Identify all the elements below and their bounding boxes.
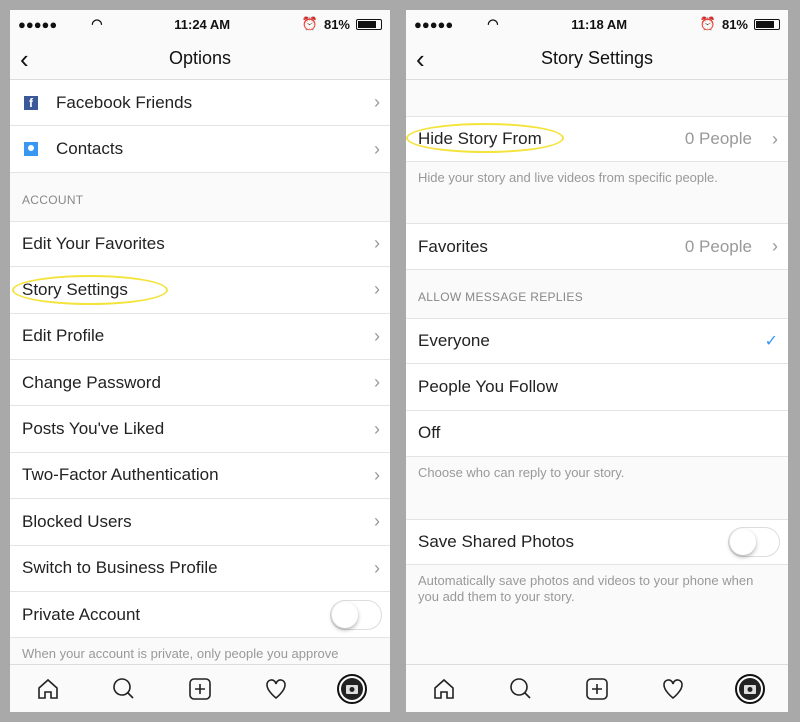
chevron-right-icon: › — [772, 236, 778, 257]
home-icon[interactable] — [429, 674, 459, 704]
item-label: Favorites — [418, 236, 488, 256]
item-label: Private Account — [22, 604, 141, 624]
settings-item[interactable]: Two-Factor Authentication › — [10, 452, 390, 500]
page-title: Options — [168, 48, 232, 68]
item-label: People You Follow — [418, 376, 558, 396]
clock: 11:18 AM — [571, 16, 628, 32]
page-title: Story Settings — [540, 48, 654, 68]
add-post-icon[interactable] — [185, 674, 215, 704]
checkmark-icon: ✓ — [764, 332, 778, 350]
item-label: Everyone — [418, 330, 490, 350]
heart-icon[interactable] — [658, 674, 688, 704]
tab-bar — [10, 664, 390, 712]
wifi-icon: ◠ — [487, 16, 499, 31]
private-account-item: Private Account — [10, 591, 390, 639]
section-header: ALLOW MESSAGE REPLIES — [418, 289, 584, 304]
battery-percent: 81% — [323, 16, 350, 32]
chevron-right-icon: › — [374, 138, 380, 159]
item-label: Posts You've Liked — [22, 419, 165, 439]
chevron-right-icon: › — [374, 372, 380, 393]
save-description: Automatically save photos and videos to … — [418, 573, 754, 605]
battery-percent: 81% — [721, 16, 748, 32]
item-label: Edit Profile — [22, 326, 105, 346]
back-button[interactable]: ‹ — [416, 44, 425, 75]
chevron-right-icon: › — [374, 511, 380, 532]
item-label: Save Shared Photos — [418, 532, 574, 552]
alarm-icon: ⏰ — [699, 16, 716, 31]
back-button[interactable]: ‹ — [20, 44, 29, 75]
options-screen: ●●●●● ◠ 11:24 AM ⏰ 81% ‹ Options f Facebook … — [10, 10, 390, 712]
chevron-right-icon: › — [374, 418, 380, 439]
signal-icon: ●●●●● — [414, 16, 454, 32]
chevron-right-icon: › — [772, 128, 778, 149]
reply-option[interactable]: Off — [406, 410, 788, 457]
contacts-item[interactable]: Contacts › — [10, 126, 390, 173]
tab-bar — [406, 664, 788, 712]
battery-icon — [754, 18, 780, 30]
settings-item[interactable]: Change Password › — [10, 359, 390, 407]
status-bar: ●●●●● ◠ 11:18 AM ⏰ 81% — [406, 10, 788, 38]
battery-icon — [356, 18, 382, 30]
highlight-ellipse — [406, 123, 564, 153]
settings-item[interactable]: Blocked Users › — [10, 499, 390, 546]
item-value: 0 People — [684, 236, 752, 256]
item-label: Switch to Business Profile — [22, 558, 218, 578]
settings-item[interactable]: Switch to Business Profile › — [10, 545, 390, 592]
story-settings-screen: ●●●●● ◠ 11:18 AM ⏰ 81% ‹ Story Settings Hid… — [406, 10, 788, 712]
private-account-toggle[interactable] — [330, 599, 382, 630]
chevron-right-icon: › — [374, 325, 380, 346]
facebook-icon: f — [24, 95, 38, 110]
signal-icon: ●●●●● — [18, 16, 58, 32]
item-value: 0 People — [684, 129, 752, 149]
save-shared-photos-item: Save Shared Photos — [406, 518, 788, 566]
wifi-icon: ◠ — [91, 16, 103, 31]
heart-icon[interactable] — [261, 674, 291, 704]
chevron-right-icon: › — [374, 557, 380, 578]
item-label: Change Password — [22, 372, 161, 392]
section-header: ACCOUNT — [22, 192, 84, 207]
item-label: Contacts — [56, 139, 124, 159]
add-post-icon[interactable] — [582, 674, 612, 704]
reply-option[interactable]: Everyone ✓ — [406, 317, 788, 365]
chevron-right-icon: › — [374, 464, 380, 485]
settings-item[interactable]: Edit Your Favorites › — [10, 220, 390, 268]
profile-camera-icon[interactable] — [337, 673, 367, 704]
favorites-item[interactable]: Favorites 0 People › — [406, 223, 788, 270]
save-shared-photos-toggle[interactable] — [728, 527, 780, 558]
reply-option[interactable]: People You Follow — [406, 364, 788, 411]
hide-story-description: Hide your story and live videos from spe… — [418, 170, 718, 186]
home-icon[interactable] — [33, 674, 63, 704]
item-label: Blocked Users — [22, 511, 132, 531]
facebook-friends-item[interactable]: f Facebook Friends › — [10, 80, 390, 127]
alarm-icon: ⏰ — [301, 16, 318, 31]
chevron-right-icon: › — [374, 92, 380, 113]
settings-item[interactable]: Posts You've Liked › — [10, 406, 390, 453]
settings-item[interactable]: Edit Profile › — [10, 313, 390, 360]
highlight-ellipse — [12, 275, 168, 305]
item-label: Off — [418, 423, 441, 443]
profile-camera-icon[interactable] — [734, 673, 765, 704]
chevron-right-icon: › — [374, 233, 380, 254]
contacts-icon — [24, 142, 38, 157]
search-icon[interactable] — [506, 674, 536, 704]
status-bar: ●●●●● ◠ 11:24 AM ⏰ 81% — [10, 10, 390, 38]
item-label: Two-Factor Authentication — [22, 465, 219, 485]
replies-description: Choose who can reply to your story. — [418, 464, 625, 480]
chevron-right-icon: › — [374, 279, 380, 300]
search-icon[interactable] — [109, 674, 139, 704]
item-label: Facebook Friends — [56, 92, 193, 112]
item-label: Edit Your Favorites — [22, 233, 165, 253]
clock: 11:24 AM — [174, 16, 231, 32]
